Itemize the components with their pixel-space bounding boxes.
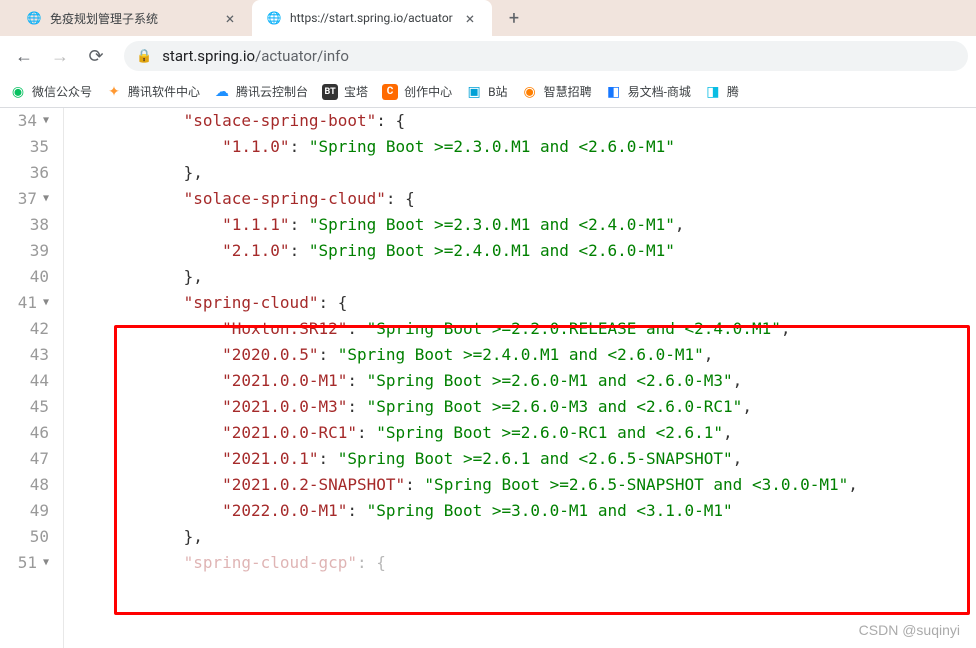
code-line: "1.1.0": "Spring Boot >=2.3.0.M1 and <2.…: [68, 134, 976, 160]
code-line: "2.1.0": "Spring Boot >=2.4.0.M1 and <2.…: [68, 238, 976, 264]
code-line: "spring-cloud": {: [68, 290, 976, 316]
globe-icon: 🌐: [26, 10, 42, 26]
tab-title: https://start.spring.io/actuator: [290, 11, 454, 25]
bookmark-tencent-soft[interactable]: ✦腾讯软件中心: [106, 83, 200, 100]
tencent2-icon: ◨: [705, 84, 721, 100]
tab-inactive[interactable]: 🌐 免疫规划管理子系统 ×: [12, 0, 252, 36]
new-tab-button[interactable]: +: [500, 4, 528, 32]
back-button[interactable]: ←: [8, 40, 40, 72]
fold-arrow-icon[interactable]: ▼: [43, 290, 49, 316]
doc-icon: ◧: [606, 84, 622, 100]
line-number: 35: [0, 134, 55, 160]
line-number: 50: [0, 524, 55, 550]
fold-arrow-icon[interactable]: ▼: [43, 550, 49, 576]
line-number: 47: [0, 446, 55, 472]
line-number: 44: [0, 368, 55, 394]
fold-arrow-icon[interactable]: ▼: [43, 108, 49, 134]
code-line: "solace-spring-boot": {: [68, 108, 976, 134]
tencent-icon: ✦: [106, 84, 122, 100]
line-gutter: 34▼353637▼38394041▼42434445464748495051▼: [0, 108, 64, 648]
bookmark-recruit[interactable]: ◉智慧招聘: [522, 83, 592, 100]
wechat-icon: ◉: [10, 84, 26, 100]
line-number: 37▼: [0, 186, 55, 212]
line-number: 36: [0, 160, 55, 186]
line-number: 41▼: [0, 290, 55, 316]
bookmark-wechat[interactable]: ◉微信公众号: [10, 83, 92, 100]
code-line: "2021.0.1": "Spring Boot >=2.6.1 and <2.…: [68, 446, 976, 472]
code-line: "2022.0.0-M1": "Spring Boot >=3.0.0-M1 a…: [68, 498, 976, 524]
line-number: 48: [0, 472, 55, 498]
cloud-icon: ☁: [214, 84, 230, 100]
line-number: 38: [0, 212, 55, 238]
bookmark-bilibili[interactable]: ▣B站: [466, 83, 507, 100]
line-number: 49: [0, 498, 55, 524]
code-line: "spring-cloud-gcp": {: [68, 550, 976, 576]
close-icon[interactable]: ×: [222, 10, 238, 26]
line-number: 43: [0, 342, 55, 368]
line-number: 45: [0, 394, 55, 420]
tab-bar: 🌐 免疫规划管理子系统 × 🌐 https://start.spring.io/…: [0, 0, 976, 36]
code-viewer: 34▼353637▼38394041▼42434445464748495051▼…: [0, 108, 976, 648]
code-line: "1.1.1": "Spring Boot >=2.3.0.M1 and <2.…: [68, 212, 976, 238]
line-number: 39: [0, 238, 55, 264]
code-line: "solace-spring-cloud": {: [68, 186, 976, 212]
url-text: start.spring.io/actuator/info: [162, 47, 349, 65]
bilibili-icon: ▣: [466, 84, 482, 100]
line-number: 51▼: [0, 550, 55, 576]
line-number: 34▼: [0, 108, 55, 134]
code-line: },: [68, 524, 976, 550]
line-number: 46: [0, 420, 55, 446]
bookmark-creative[interactable]: C创作中心: [382, 83, 452, 100]
lock-icon: 🔒: [136, 49, 152, 64]
bookmark-tencent-cloud[interactable]: ☁腾讯云控制台: [214, 83, 308, 100]
code-line: },: [68, 264, 976, 290]
reload-button[interactable]: ⟳: [80, 40, 112, 72]
globe-icon: 🌐: [266, 10, 282, 26]
code-line: "Hoxton.SR12": "Spring Boot >=2.2.0.RELE…: [68, 316, 976, 342]
line-number: 42: [0, 316, 55, 342]
code-content[interactable]: "solace-spring-boot": { "1.1.0": "Spring…: [64, 108, 976, 648]
browser-chrome: 🌐 免疫规划管理子系统 × 🌐 https://start.spring.io/…: [0, 0, 976, 108]
c-icon: C: [382, 84, 398, 100]
watermark: CSDN @suqinyi: [859, 622, 960, 638]
bookmark-bt[interactable]: BT宝塔: [322, 83, 368, 100]
toolbar: ← → ⟳ 🔒 start.spring.io/actuator/info: [0, 36, 976, 76]
bt-icon: BT: [322, 84, 338, 100]
fold-arrow-icon[interactable]: ▼: [43, 186, 49, 212]
url-bar[interactable]: 🔒 start.spring.io/actuator/info: [124, 41, 968, 71]
tab-title: 免疫规划管理子系统: [50, 10, 214, 27]
tab-active[interactable]: 🌐 https://start.spring.io/actuator ×: [252, 0, 492, 36]
recruit-icon: ◉: [522, 84, 538, 100]
bookmark-tencent2[interactable]: ◨腾: [705, 83, 739, 100]
code-line: "2021.0.2-SNAPSHOT": "Spring Boot >=2.6.…: [68, 472, 976, 498]
forward-button[interactable]: →: [44, 40, 76, 72]
code-line: },: [68, 160, 976, 186]
code-line: "2021.0.0-M1": "Spring Boot >=2.6.0-M1 a…: [68, 368, 976, 394]
code-line: "2021.0.0-M3": "Spring Boot >=2.6.0-M3 a…: [68, 394, 976, 420]
bookmark-yiwendang[interactable]: ◧易文档-商城: [606, 83, 691, 100]
code-line: "2021.0.0-RC1": "Spring Boot >=2.6.0-RC1…: [68, 420, 976, 446]
close-icon[interactable]: ×: [462, 10, 478, 26]
code-line: "2020.0.5": "Spring Boot >=2.4.0.M1 and …: [68, 342, 976, 368]
bookmarks-bar: ◉微信公众号 ✦腾讯软件中心 ☁腾讯云控制台 BT宝塔 C创作中心 ▣B站 ◉智…: [0, 76, 976, 108]
line-number: 40: [0, 264, 55, 290]
